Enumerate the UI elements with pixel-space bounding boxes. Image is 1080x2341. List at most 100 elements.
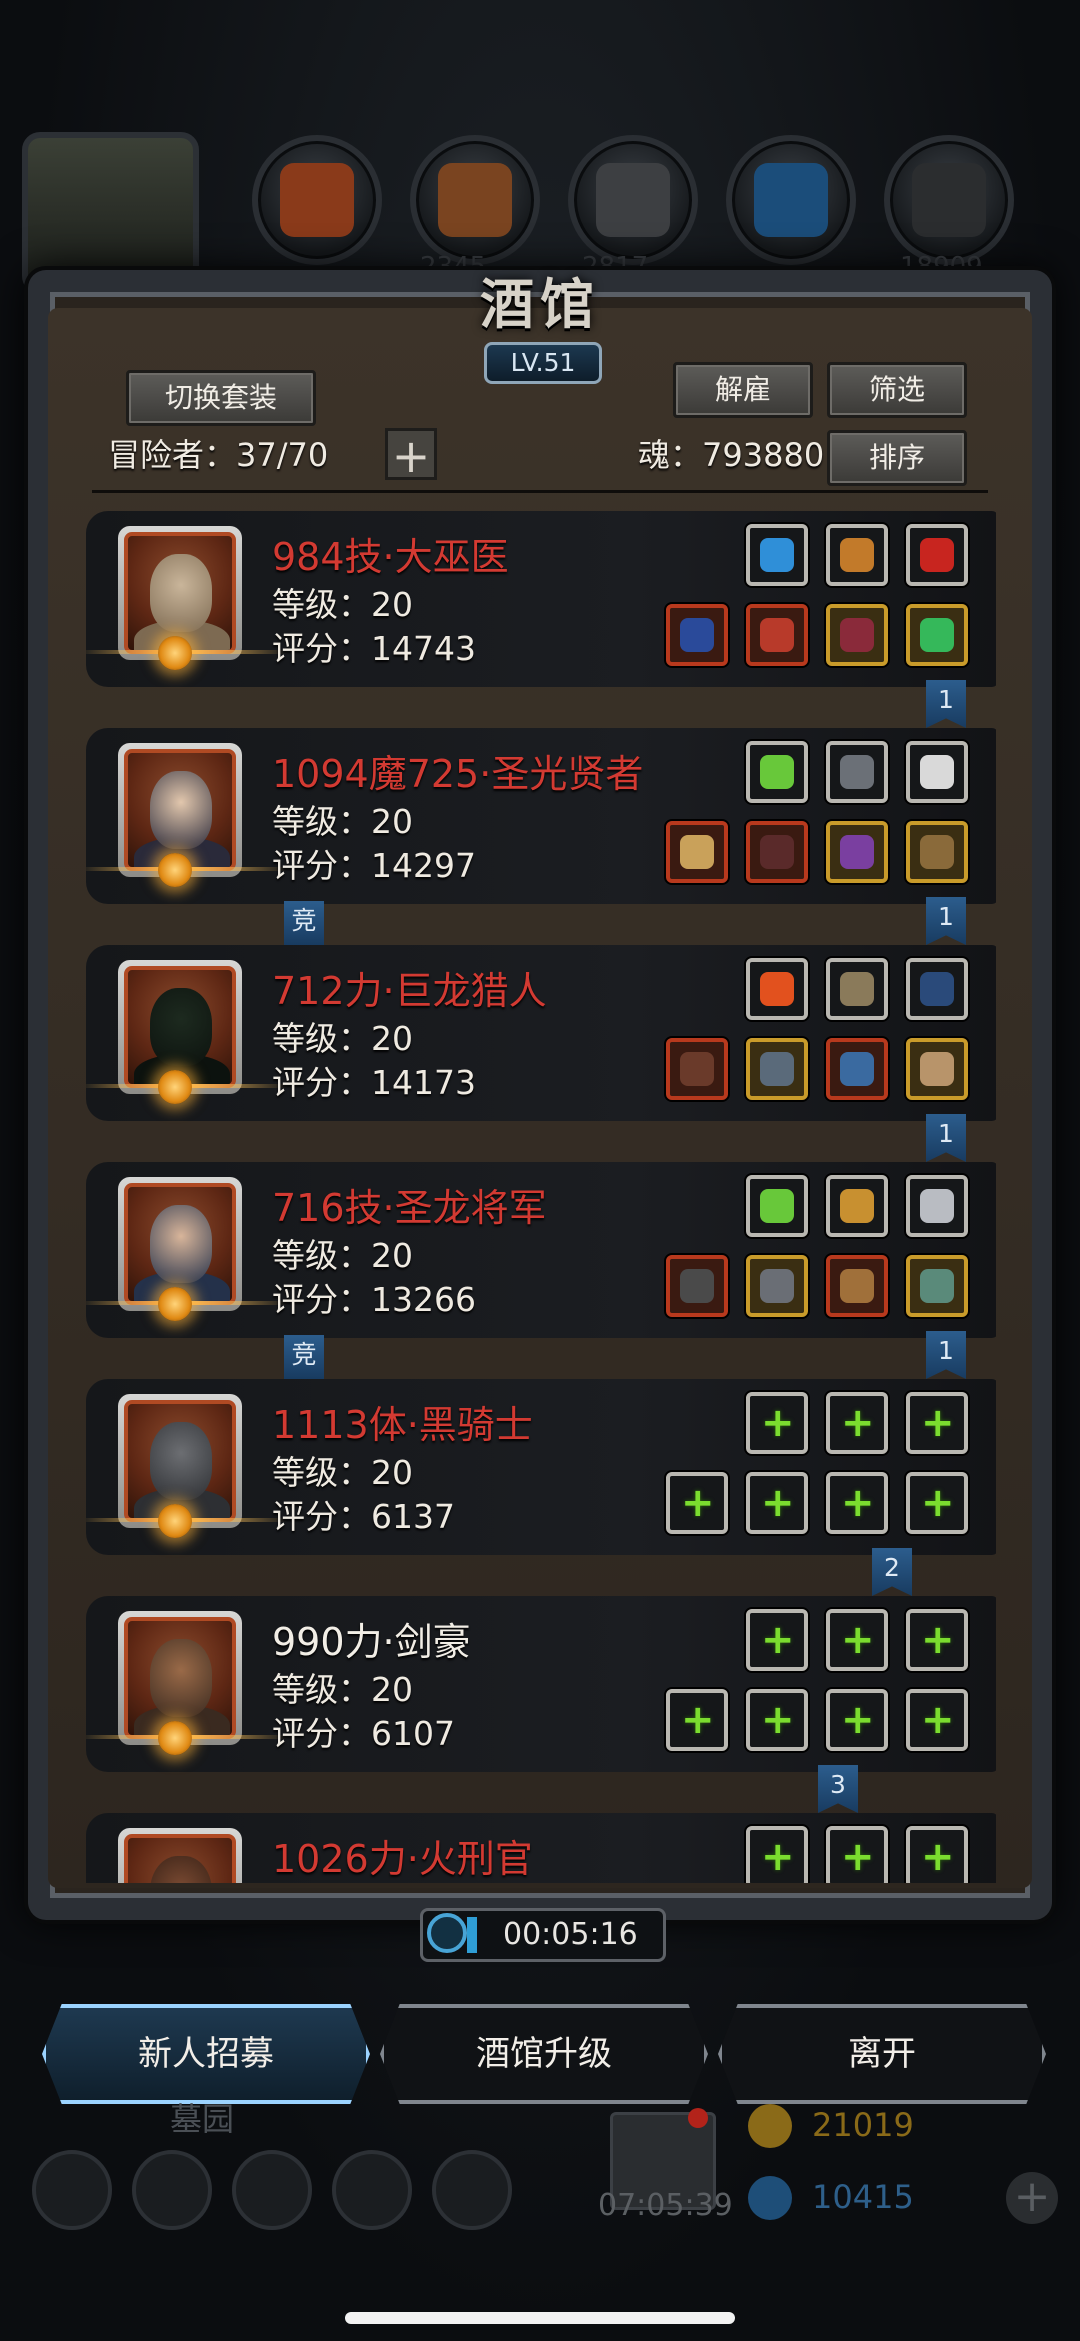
equipment-slot[interactable] [906,958,968,1020]
equipment-slot[interactable] [826,524,888,586]
leather-material-icon[interactable] [252,135,382,265]
equipment-icon [920,755,954,789]
dismiss-button[interactable]: 解雇 [673,362,813,418]
hero-score: 评分：14297 [272,846,476,885]
add-adventurer-button[interactable]: + [385,428,437,481]
equipment-slot[interactable] [746,958,808,1020]
hero-card[interactable]: 984技·大巫医 等级：20 评分：14743 1 [86,508,996,728]
hero-face [150,988,212,1066]
steel-material-icon[interactable] [884,135,1014,265]
hero-list[interactable]: 984技·大巫医 等级：20 评分：14743 1 1094魔725·圣光贤者 等级：20… [86,508,996,1883]
gold-amount: 21019 [812,2106,914,2144]
equipment-icon [680,1269,714,1303]
add-equipment-icon: + [841,1400,875,1446]
hero-score: 评分：6137 [272,1497,455,1536]
empty-equipment-slot[interactable]: + [746,1472,808,1534]
equipment-slot[interactable] [666,1038,728,1100]
hero-portrait-image [124,1400,236,1522]
equipment-slot[interactable] [826,1255,888,1317]
equipment-slot[interactable] [906,821,968,883]
equipment-slot[interactable] [906,1255,968,1317]
empty-equipment-slot[interactable]: + [826,1609,888,1671]
equipment-icon [760,755,794,789]
achievement-icon[interactable] [132,2150,212,2230]
gift-notification-dot [688,2108,708,2128]
empty-equipment-slot[interactable]: + [826,1472,888,1534]
empty-equipment-slot[interactable]: + [826,1392,888,1454]
empty-equipment-slot[interactable]: + [906,1472,968,1534]
empty-equipment-slot[interactable]: + [906,1689,968,1751]
empty-equipment-slot[interactable]: + [746,1609,808,1671]
add-equipment-icon: + [761,1617,795,1663]
hero-face [150,554,212,632]
empty-equipment-slot[interactable]: + [906,1826,968,1883]
upgrade-tavern-button[interactable]: 酒馆升级 [380,2004,708,2104]
equipment-slot[interactable] [906,524,968,586]
iron-material-icon[interactable] [568,135,698,265]
hero-score: 评分：14173 [272,1063,476,1102]
equipment-slot[interactable] [746,741,808,803]
equipment-slot[interactable] [826,1175,888,1237]
settings-icon[interactable] [32,2150,112,2230]
equipment-slot[interactable] [826,1038,888,1100]
equipment-slot[interactable] [906,741,968,803]
add-currency-icon[interactable]: + [1006,2172,1058,2224]
add-equipment-icon: + [681,1480,715,1526]
forge-icon[interactable] [432,2150,512,2230]
equipment-slot[interactable] [746,1175,808,1237]
empty-equipment-slot[interactable]: + [746,1392,808,1454]
hero-portrait[interactable] [118,1828,242,1883]
equipment-slot[interactable] [746,604,808,666]
equipment-slot[interactable] [906,1038,968,1100]
crystal-material-icon[interactable] [726,135,856,265]
hero-card[interactable]: 712力·巨龙猎人 等级：20 评分：14173 1 [86,942,996,1162]
empty-equipment-slot[interactable]: + [906,1609,968,1671]
empty-equipment-slot[interactable]: + [826,1826,888,1883]
empty-equipment-slot[interactable]: + [746,1826,808,1883]
rank-ribbon: 1 [926,1331,966,1379]
equipment-slot[interactable] [906,604,968,666]
codex-icon[interactable] [232,2150,312,2230]
hero-level: 等级：20 [272,1670,413,1709]
hero-face [150,1205,212,1283]
hero-card[interactable]: 1094魔725·圣光贤者 等级：20 评分：14297 1 竞 [86,725,996,945]
graveyard-label: 墓园 [170,2100,235,2138]
hero-card[interactable]: 716技·圣龙将军 等级：20 评分：13266 1 竞 [86,1159,996,1379]
sort-button[interactable]: 排序 [827,430,967,486]
wood-material-icon[interactable] [410,135,540,265]
equipment-slot[interactable] [746,1038,808,1100]
empty-equipment-slot[interactable]: + [826,1689,888,1751]
mail-icon[interactable] [332,2150,412,2230]
equipment-icon [840,618,874,652]
equipment-slot[interactable] [746,1255,808,1317]
leave-button[interactable]: 离开 [718,2004,1046,2104]
add-equipment-icon: + [761,1480,795,1526]
equipment-slot[interactable] [746,524,808,586]
hero-portrait-image [124,1183,236,1305]
hero-card[interactable]: 1026力·火刑官 + + + [86,1810,996,1883]
star-badge-icon [158,636,192,670]
hero-name: 1026力·火刑官 [272,1837,533,1881]
hero-card[interactable]: 1113体·黑骑士 等级：20 评分：6137 + + + + + + +2 [86,1376,996,1596]
hero-card[interactable]: 990力·剑豪 等级：20 评分：6107 + + + + + + +3 [86,1593,996,1813]
equipment-slot[interactable] [666,604,728,666]
equipment-slot[interactable] [826,958,888,1020]
filter-button[interactable]: 筛选 [827,362,967,418]
equipment-slot[interactable] [906,1175,968,1237]
switch-outfit-button[interactable]: 切换套装 [126,370,316,426]
compete-tag: 竞 [284,1335,324,1379]
equipment-slot[interactable] [746,821,808,883]
recruit-button[interactable]: 新人招募 [42,2004,370,2104]
equipment-slot[interactable] [666,821,728,883]
empty-equipment-slot[interactable]: + [666,1689,728,1751]
clock-icon [427,1913,467,1953]
equipment-slot[interactable] [826,821,888,883]
equipment-slot[interactable] [826,741,888,803]
equipment-slot[interactable] [826,604,888,666]
equipment-slot[interactable] [666,1255,728,1317]
hero-level: 等级：20 [272,802,413,841]
empty-equipment-slot[interactable]: + [666,1472,728,1534]
add-equipment-icon: + [841,1697,875,1743]
empty-equipment-slot[interactable]: + [746,1689,808,1751]
empty-equipment-slot[interactable]: + [906,1392,968,1454]
